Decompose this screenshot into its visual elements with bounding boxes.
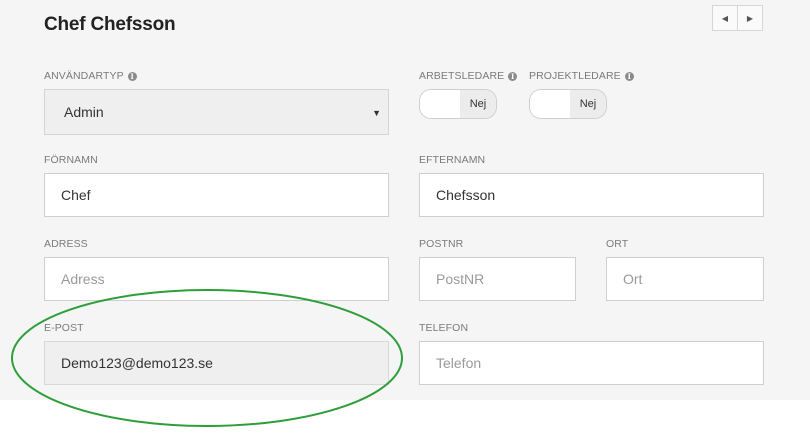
- annotation-ellipse-shape: [11, 289, 403, 427]
- annotation-ellipse: [11, 289, 403, 427]
